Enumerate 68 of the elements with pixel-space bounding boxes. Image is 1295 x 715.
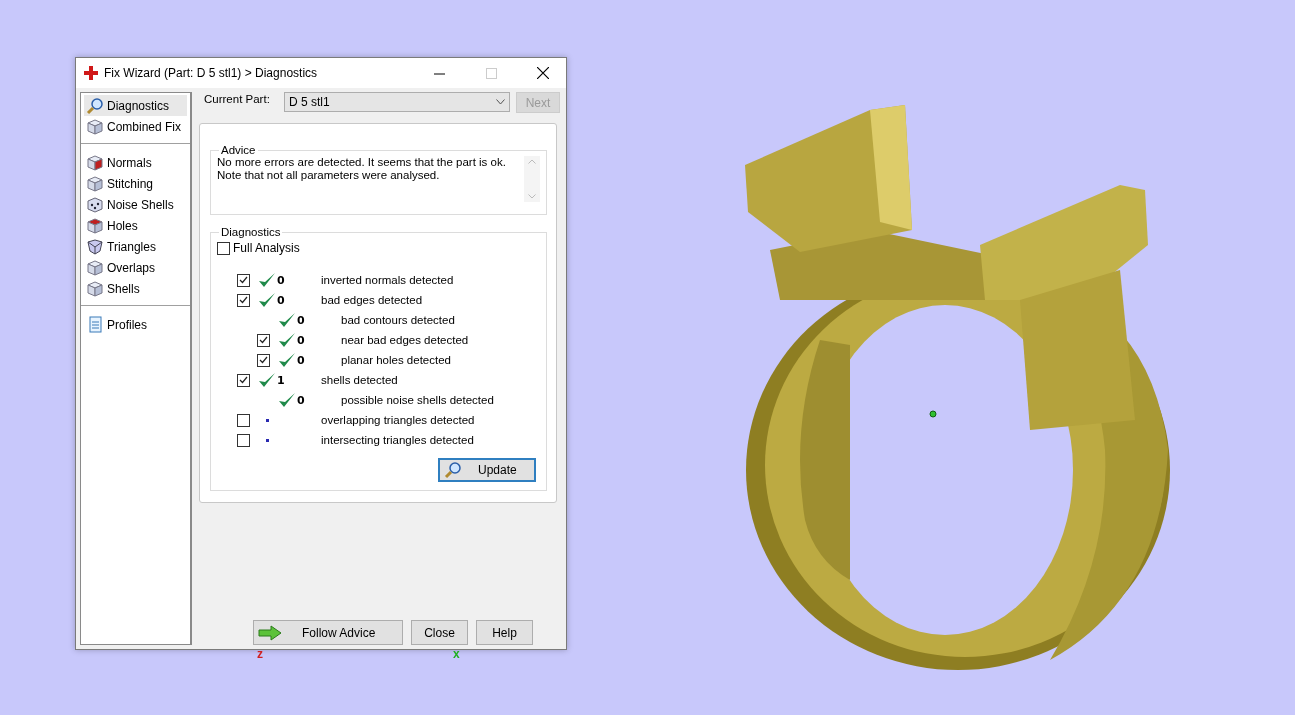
advice-text: Note that not all parameters were analysed. [217, 169, 441, 182]
diagnostic-label: bad contours detected [341, 314, 455, 326]
result-count: 1 [277, 373, 285, 387]
pivot-point-icon [929, 410, 937, 418]
maximize-icon [485, 67, 497, 79]
diagnostic-label: bad edges detected [321, 294, 423, 306]
checkbox[interactable] [237, 293, 250, 307]
sidebar-item[interactable]: Normals [84, 152, 187, 173]
triangle-mesh-icon [86, 237, 104, 256]
cubes-icon [86, 258, 104, 277]
checkbox[interactable] [257, 333, 270, 347]
cubes-icon [86, 117, 104, 136]
checkbox-label: Full Analysis [233, 241, 300, 255]
dialog-button[interactable]: Help [476, 620, 533, 645]
diagnostic-label: planar holes detected [341, 354, 451, 366]
sidebar-item[interactable]: Overlaps [84, 257, 187, 278]
checkbox[interactable] [237, 373, 250, 387]
magnifier-icon [86, 96, 104, 115]
diagnostic-label: near bad edges detected [341, 334, 469, 346]
diagnostic-label: possible noise shells detected [341, 394, 494, 406]
cube-icon [86, 174, 104, 193]
sidebar-item[interactable]: Diagnostics [84, 95, 187, 116]
sidebar-item[interactable]: Triangles [84, 236, 187, 257]
checkbox[interactable] [217, 241, 230, 255]
current-part-label: Current Part: [204, 92, 271, 105]
checkbox[interactable] [237, 433, 250, 447]
checkbox[interactable] [237, 413, 250, 427]
sidebar-item[interactable]: Noise Shells [84, 194, 187, 215]
group-title: Advice [220, 144, 257, 156]
diagnostic-label: inverted normals detected [321, 274, 454, 286]
result-count: 0 [297, 313, 305, 327]
scroll-up-icon [528, 159, 536, 164]
diagnostic-label: overlapping triangles detected [321, 414, 475, 426]
close-icon [537, 67, 549, 79]
chevron-down-icon [496, 99, 505, 105]
magnifier-icon [444, 461, 462, 479]
dice-icon [86, 195, 104, 214]
result-count: 0 [277, 273, 285, 287]
cross-logo-icon [84, 66, 98, 80]
window-title: Fix Wizard (Part: D 5 stl1) > Diagnostics [104, 66, 319, 80]
sidebar-item[interactable]: Stitching [84, 173, 187, 194]
part-dropdown[interactable]: D 5 stl1 [284, 92, 510, 112]
axis-label: x [453, 650, 460, 662]
cube-icon [86, 279, 104, 298]
checkbox[interactable] [257, 353, 270, 367]
checkbox[interactable] [237, 273, 250, 287]
result-count: 0 [297, 353, 305, 367]
diagnostic-label: shells detected [321, 374, 398, 386]
advice-text: No more errors are detected. It seems that the part is ok. [217, 156, 506, 169]
document-icon [86, 315, 104, 334]
cube-icon [86, 216, 104, 235]
scrollbar[interactable] [524, 156, 540, 202]
dialog-button[interactable]: Close [411, 620, 468, 645]
arrow-icon [258, 624, 282, 641]
sidebar-item[interactable]: Holes [84, 215, 187, 236]
update-button[interactable]: Update [438, 458, 536, 482]
axis-label: z [257, 650, 263, 662]
group-title: Diagnostics [220, 226, 282, 238]
result-count: 0 [297, 333, 305, 347]
scroll-down-icon [528, 194, 536, 199]
result-count: 0 [277, 293, 285, 307]
sidebar-item[interactable]: Profiles [84, 314, 187, 335]
result-count: 0 [297, 393, 305, 407]
sidebar-item[interactable]: Combined Fix [84, 116, 187, 137]
cube-icon [86, 153, 104, 172]
sidebar-item[interactable]: Shells [84, 278, 187, 299]
diagnostic-label: intersecting triangles detected [321, 434, 474, 446]
follow-advice-button[interactable]: Follow Advice [253, 620, 403, 645]
